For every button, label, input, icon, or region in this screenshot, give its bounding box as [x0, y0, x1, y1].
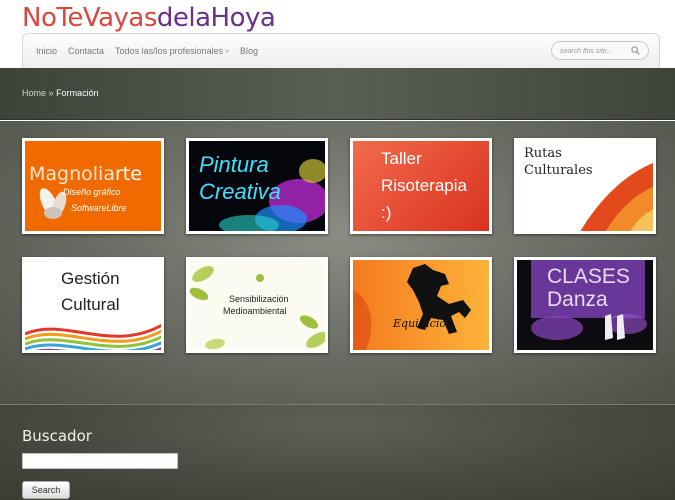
- nav-menu: Inicio Contacta Todos las/los profesiona…: [36, 46, 258, 56]
- tile-danza-line2: Danza: [547, 288, 608, 311]
- logo-text-part1: NoTeVayas: [22, 3, 157, 33]
- tile-danza-line1: CLASES: [547, 265, 630, 288]
- course-grid: Magnoliarte Diseño gráfico SoftwareLibre…: [0, 121, 675, 404]
- tile-gestion-line1: Gestión: [61, 269, 120, 288]
- tile-pintura-line1: Pintura: [199, 152, 269, 177]
- tile-equitacion[interactable]: Equitación: [350, 257, 492, 353]
- tile-magnoliarte-sub2: SoftwareLibre: [71, 203, 127, 213]
- footer-widgets: Buscador Search: [0, 404, 675, 500]
- breadcrumb-home[interactable]: Home: [22, 88, 46, 98]
- site-search-input[interactable]: [560, 45, 626, 57]
- tile-sensibilizacion-line2: Medioambiental: [223, 306, 287, 316]
- tile-risoterapia-line2: Risoterapia: [381, 176, 467, 195]
- tile-risoterapia-line1: Taller: [381, 149, 422, 168]
- tile-risoterapia-line3: :): [381, 203, 392, 222]
- nav-item-inicio[interactable]: Inicio: [36, 46, 57, 56]
- tile-sensibilizacion-line1: Sensibilización: [229, 294, 289, 304]
- site-logo[interactable]: NoTeVayasdelaHoya: [22, 2, 276, 34]
- tile-clases-danza[interactable]: CLASES Danza: [514, 257, 656, 353]
- nav-item-profesionales[interactable]: Todos las/los profesionales»: [115, 46, 229, 56]
- tile-magnoliarte-title-a: Magnolia: [29, 163, 115, 185]
- tile-pintura-line2: Creativa: [199, 179, 281, 204]
- breadcrumb-separator: »: [48, 88, 54, 98]
- main-navigation: Inicio Contacta Todos las/los profesiona…: [22, 33, 660, 69]
- search-widget-input[interactable]: [22, 453, 178, 469]
- breadcrumb-current: Formación: [56, 88, 99, 98]
- tile-taller-risoterapia[interactable]: Taller Risoterapia :): [350, 138, 492, 234]
- tile-magnoliarte-title: Magnoliarte: [29, 163, 142, 185]
- tile-gestion-cultural[interactable]: Gestión Cultural: [22, 257, 164, 353]
- tile-pintura-creativa[interactable]: Pintura Creativa: [186, 138, 328, 234]
- tile-gestion-line2: Cultural: [61, 295, 120, 314]
- logo-text-part2: delaHoya: [156, 3, 276, 33]
- breadcrumb-band: Home » Formación: [0, 68, 675, 120]
- chevron-down-icon: »: [225, 47, 230, 55]
- tile-magnoliarte[interactable]: Magnoliarte Diseño gráfico SoftwareLibre: [22, 138, 164, 234]
- tile-sensibilizacion-medioambiental[interactable]: Sensibilización Medioambiental: [186, 257, 328, 353]
- tile-magnoliarte-sub1: Diseño gráfico: [63, 187, 121, 197]
- tile-rutas-line2: Culturales: [524, 163, 593, 178]
- breadcrumb: Home » Formación: [22, 88, 99, 98]
- search-icon[interactable]: [631, 46, 640, 55]
- nav-item-contacta[interactable]: Contacta: [68, 46, 104, 56]
- nav-item-blog[interactable]: Blog: [240, 46, 258, 56]
- tile-magnoliarte-title-b: rte: [114, 163, 142, 185]
- tile-rutas-line1: Rutas: [524, 146, 562, 161]
- tile-rutas-culturales[interactable]: Rutas Culturales: [514, 138, 656, 234]
- search-widget-button[interactable]: Search: [22, 481, 70, 499]
- tile-equitacion-label: Equitación: [393, 317, 454, 330]
- nav-item-profesionales-label: Todos las/los profesionales: [115, 46, 224, 56]
- horse-silhouette-icon: [353, 264, 471, 350]
- site-search: [551, 41, 649, 60]
- site-header: NoTeVayasdelaHoya Inicio Contacta Todos …: [0, 0, 675, 69]
- search-widget-title: Buscador: [22, 427, 92, 445]
